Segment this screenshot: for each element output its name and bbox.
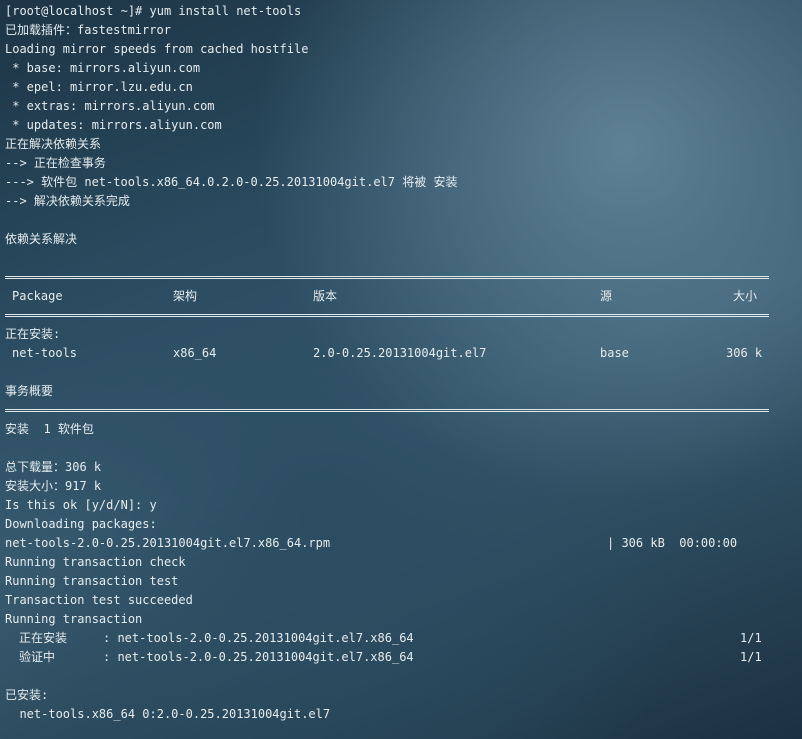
step-count: 1/1	[740, 650, 762, 664]
step-label: 正在安装	[19, 631, 68, 645]
step-label: 验证中	[19, 650, 56, 664]
mirror-line: * epel: mirror.lzu.edu.cn	[5, 80, 193, 94]
row-size: 306 k	[726, 346, 763, 360]
step-package: : net-tools-2.0-0.25.20131004git.el7.x86…	[103, 631, 414, 645]
row-version: 2.0-0.25.20131004git.el7	[313, 346, 487, 360]
output-line: Running transaction	[5, 612, 143, 626]
table-rule	[5, 276, 769, 279]
output-line: 总下载量：306 k	[5, 460, 102, 474]
header-package: Package	[12, 289, 63, 303]
output-line: --> 解决依赖关系完成	[5, 194, 130, 208]
output-line: 依赖关系解决	[5, 232, 78, 246]
header-arch: 架构	[173, 289, 198, 303]
installed-package-line: net-tools.x86_64 0:2.0-0.25.20131004git.…	[5, 707, 331, 721]
step-package: : net-tools-2.0-0.25.20131004git.el7.x86…	[103, 650, 414, 664]
terminal-window[interactable]: [root@localhost ~]# yum install net-tool…	[0, 0, 802, 739]
section-label: 正在安装:	[5, 327, 61, 341]
output-line: Loading mirror speeds from cached hostfi…	[5, 42, 309, 56]
download-file: net-tools-2.0-0.25.20131004git.el7.x86_6…	[5, 536, 331, 550]
header-size: 大小	[733, 289, 758, 303]
section-label: 事务概要	[5, 384, 54, 398]
header-repo: 源	[600, 289, 613, 303]
output-line: ---> 软件包 net-tools.x86_64.0.2.0-0.25.201…	[5, 175, 458, 189]
mirror-line: * updates: mirrors.aliyun.com	[5, 118, 222, 132]
mirror-line: * base: mirrors.aliyun.com	[5, 61, 201, 75]
output-line: 正在解决依赖关系	[5, 137, 102, 151]
output-line: Running transaction test	[5, 574, 179, 588]
output-line: Downloading packages:	[5, 517, 157, 531]
row-repo: base	[600, 346, 629, 360]
step-count: 1/1	[740, 631, 762, 645]
output-line: 安装 1 软件包	[5, 422, 94, 436]
output-line: Transaction test succeeded	[5, 593, 193, 607]
output-line: 已加载插件：fastestmirror	[5, 23, 171, 37]
command-prompt-line: [root@localhost ~]# yum install net-tool…	[5, 4, 302, 18]
section-label: 已安装:	[5, 688, 49, 702]
table-rule	[5, 314, 769, 317]
table-rule	[5, 409, 769, 412]
output-line: 安装大小：917 k	[5, 479, 102, 493]
confirm-prompt-line: Is this ok [y/d/N]: y	[5, 498, 157, 512]
download-stats: | 306 kB 00:00:00	[607, 536, 738, 550]
row-arch: x86_64	[173, 346, 217, 360]
output-line: --> 正在检查事务	[5, 156, 106, 170]
mirror-line: * extras: mirrors.aliyun.com	[5, 99, 215, 113]
output-line: Running transaction check	[5, 555, 186, 569]
row-package: net-tools	[12, 346, 78, 360]
header-version: 版本	[313, 289, 338, 303]
